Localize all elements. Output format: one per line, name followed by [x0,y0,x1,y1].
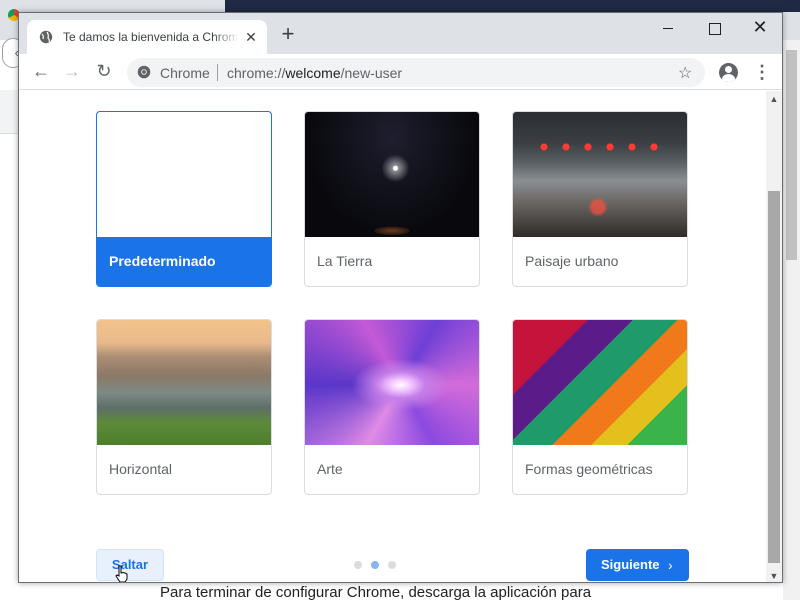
globe-icon [39,30,53,49]
background-scrollbar[interactable] [783,40,800,600]
background-option-earth[interactable]: La Tierra [304,111,480,287]
background-option-label: Arte [317,461,343,477]
next-button[interactable]: Siguiente › [586,549,689,581]
welcome-page: Predeterminado La Tierra Paisaje urbano … [19,91,766,582]
omnibox-divider [217,64,218,81]
tab-close-icon[interactable]: ✕ [243,29,259,45]
site-chip-label: Chrome [160,65,210,81]
page-scrollbar[interactable]: ▲ ▼ [766,91,782,582]
background-scrollbar-thumb[interactable] [786,50,797,260]
url-path: /new-user [340,65,403,81]
step-dot-active [371,561,379,569]
scroll-down-arrow-icon[interactable]: ▼ [766,568,782,582]
reload-icon[interactable]: ↻ [92,60,116,84]
tab-title: Te damos la bienvenida a Chrome [63,30,239,44]
chrome-site-icon [137,65,151,84]
maximize-button[interactable] [691,16,737,42]
forward-arrow-icon[interactable]: → [60,60,84,84]
url-scheme: chrome:// [227,65,286,81]
step-dot [388,561,396,569]
background-option-label: La Tierra [317,253,373,269]
minimize-button[interactable] [645,16,691,42]
back-arrow-icon[interactable]: ← [29,60,53,84]
new-tab-button[interactable]: + [277,23,299,46]
background-side-panel [0,90,18,134]
background-option-landscape[interactable]: Horizontal [96,319,272,495]
chevron-right-icon: › [668,557,673,573]
hand-pointer-cursor-icon [115,565,129,582]
chrome-window: Te damos la bienvenida a Chrome ✕ + ✕ ← … [18,12,783,583]
polygon-thumbnail [513,320,687,445]
background-option-label: Formas geométricas [525,461,653,477]
background-option-geometric[interactable]: Formas geométricas [512,319,688,495]
earth-space-thumbnail [305,112,479,237]
address-bar[interactable]: Chrome chrome://welcome/new-user ☆ [127,58,705,87]
url-text[interactable]: chrome://welcome/new-user [227,65,402,81]
galaxy-art-thumbnail [305,320,479,445]
kebab-menu-icon[interactable]: ⋮ [753,62,771,82]
profile-avatar-icon[interactable] [719,63,738,82]
step-dot [354,561,362,569]
url-host: welcome [285,65,341,81]
blank-thumbnail [97,112,271,237]
coastal-landscape-thumbnail [97,320,271,445]
background-option-label: Predeterminado [97,237,271,286]
background-footer-text: Para terminar de configurar Chrome, desc… [160,584,592,600]
scrollbar-thumb[interactable] [768,191,780,563]
step-footer: Saltar Siguiente › [19,549,766,582]
next-button-label: Siguiente [601,557,660,572]
background-option-default[interactable]: Predeterminado [96,111,272,287]
background-option-art[interactable]: Arte [304,319,480,495]
tab-strip: Te damos la bienvenida a Chrome ✕ + ✕ [19,13,782,54]
scroll-up-arrow-icon[interactable]: ▲ [766,91,782,107]
browser-toolbar: ← → ↻ Chrome chrome://welcome/new-user ☆… [19,54,782,90]
tab-welcome[interactable]: Te damos la bienvenida a Chrome ✕ [27,20,267,54]
background-option-label: Horizontal [109,461,173,477]
skip-button[interactable]: Saltar [96,549,164,581]
city-street-thumbnail [513,112,687,237]
background-title-strip [225,0,800,12]
background-option-label: Paisaje urbano [525,253,619,269]
background-option-cityscape[interactable]: Paisaje urbano [512,111,688,287]
step-indicator [354,561,404,571]
window-close-button[interactable]: ✕ [737,16,782,42]
bookmark-star-icon[interactable]: ☆ [678,63,692,83]
